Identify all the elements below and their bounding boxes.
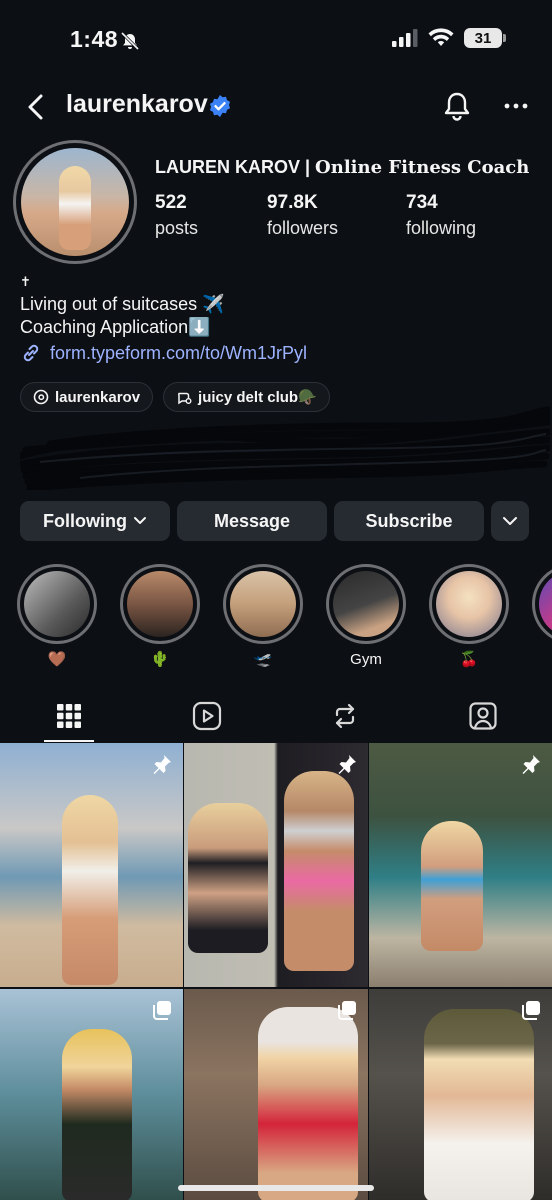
post-thumbnail[interactable] (369, 743, 552, 987)
following-button-label: Following (43, 510, 127, 531)
back-arrow-icon[interactable] (22, 92, 52, 122)
profile-bio: ✝ Living out of suitcases ✈️ Coaching Ap… (20, 270, 225, 339)
highlight-label: 🌵 (150, 651, 170, 668)
avatar-image (21, 148, 129, 256)
posts-count: 522 (155, 192, 187, 213)
profile-tabs (0, 690, 552, 742)
highlight-cover (333, 571, 399, 637)
status-time: 1:48 (70, 26, 119, 52)
followers-label: followers (267, 218, 339, 238)
tab-reposts[interactable] (276, 690, 414, 742)
pin-icon (522, 755, 540, 774)
pin-icon (153, 755, 171, 774)
notifications-bell-icon[interactable] (441, 90, 473, 122)
wifi-icon (428, 28, 454, 46)
cellular-signal-icon (392, 29, 418, 47)
highlight-item[interactable]: 🤎 (17, 564, 97, 674)
following-button[interactable]: Following (20, 501, 170, 541)
followers-count: 97.8K (267, 192, 318, 213)
repost-icon (335, 703, 355, 729)
highlight-item[interactable]: Gym (326, 564, 406, 674)
profile-header: laurenkarov (0, 84, 552, 130)
tagged-icon (469, 702, 497, 730)
profile-avatar[interactable] (13, 140, 137, 264)
highlight-cover (24, 571, 90, 637)
following-count: 734 (406, 192, 438, 213)
more-options-icon[interactable] (500, 94, 532, 118)
suggested-accounts-button[interactable] (491, 501, 529, 541)
highlight-cover (539, 571, 552, 637)
status-bar: 1:48 31 (0, 0, 552, 84)
bio-cross: ✝ (20, 274, 31, 289)
highlight-cover (230, 571, 296, 637)
highlight-label: Gym (350, 651, 382, 668)
highlight-cover (127, 571, 193, 637)
post-thumbnail[interactable] (184, 989, 368, 1200)
threads-icon (33, 389, 49, 405)
bio-link-text[interactable]: form.typeform.com/to/Wm1JrPyl (50, 343, 307, 364)
chevron-down-icon (503, 517, 517, 525)
tab-posts[interactable] (0, 690, 138, 742)
highlight-item[interactable]: 🌵 (120, 564, 200, 674)
display-name-text: LAUREN KAROV | (155, 157, 316, 177)
highlight-label: 🛫 (253, 651, 273, 668)
subscribe-button[interactable]: Subscribe (334, 501, 484, 541)
story-highlights: 🤎 🌵 🛫 Gym 🍒 (17, 564, 552, 674)
profile-actions: Following Message Subscribe (20, 501, 529, 541)
highlight-label: 🤎 (47, 651, 67, 668)
highlight-item[interactable]: 🛫 (223, 564, 303, 674)
highlight-cover (436, 571, 502, 637)
post-thumbnail[interactable] (0, 743, 183, 987)
posts-grid (0, 743, 552, 1200)
tab-tagged[interactable] (414, 690, 552, 742)
header-username: laurenkarov (66, 90, 208, 118)
home-indicator[interactable] (178, 1185, 374, 1191)
battery-indicator: 31 (464, 28, 506, 48)
display-name-title: Online Fitness Coach (315, 157, 530, 178)
chevron-down-icon (133, 517, 146, 524)
stat-posts: 522 posts (155, 192, 198, 239)
threads-chip-label: laurenkarov (55, 388, 141, 406)
posts-label: posts (155, 218, 199, 238)
stat-followers[interactable]: 97.8K followers (267, 192, 338, 239)
multi-image-icon (338, 1001, 356, 1020)
grid-icon (57, 704, 81, 728)
message-button[interactable]: Message (177, 501, 327, 541)
highlight-item[interactable]: 🍒 (429, 564, 509, 674)
display-name: LAUREN KAROV | Online Fitness Coach (155, 157, 529, 178)
following-label: following (406, 218, 477, 238)
highlight-item[interactable] (532, 564, 552, 674)
redaction-scribble (20, 406, 550, 490)
post-thumbnail[interactable] (184, 743, 368, 987)
verified-badge-icon (210, 95, 230, 117)
broadcast-channel-icon (178, 392, 192, 405)
post-thumbnail[interactable] (369, 989, 552, 1200)
multi-image-icon (522, 1001, 540, 1020)
bio-link[interactable]: form.typeform.com/to/Wm1JrPyl (20, 342, 307, 364)
silent-bell-icon (120, 32, 140, 50)
multi-image-icon (153, 1001, 171, 1020)
highlight-label (532, 650, 552, 670)
highlight-label: 🍒 (459, 651, 479, 668)
bio-line-1: Living out of suitcases ✈️ (20, 294, 225, 314)
bio-line-2: Coaching Application⬇️ (20, 317, 211, 337)
post-thumbnail[interactable] (0, 989, 183, 1200)
pin-icon (338, 755, 356, 774)
link-icon (23, 344, 39, 362)
reels-icon (192, 701, 222, 731)
stat-following[interactable]: 734 following (406, 192, 476, 239)
tab-reels[interactable] (138, 690, 276, 742)
